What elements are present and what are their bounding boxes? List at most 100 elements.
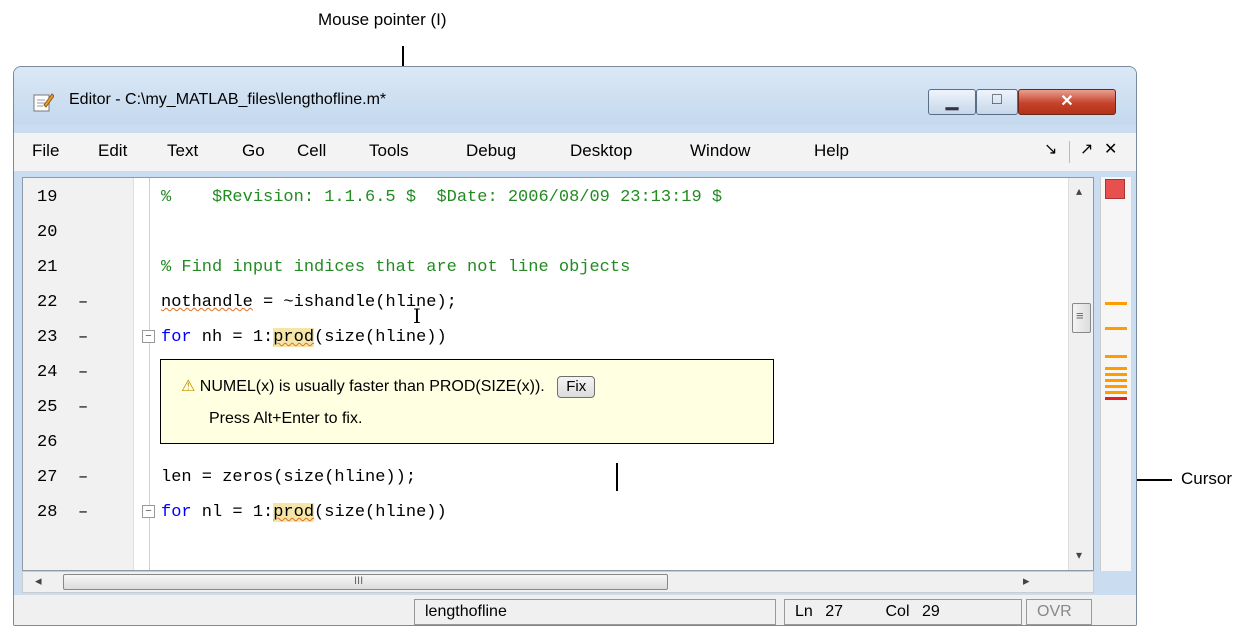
message-indicator-icon[interactable] — [1105, 179, 1125, 199]
maximize-icon: □ — [992, 91, 1002, 108]
menu-tools[interactable]: Tools — [369, 141, 409, 161]
column-label: Col — [885, 603, 910, 620]
code-text: for nh = 1:prod(size(hline)) — [161, 320, 447, 355]
warning-icon: ⚠ — [181, 378, 196, 395]
grip-icon: III — [354, 575, 364, 587]
horizontal-scrollbar[interactable]: ◂ III ▸ — [22, 571, 1094, 593]
menu-debug[interactable]: Debug — [466, 141, 516, 161]
menu-file[interactable]: File — [32, 141, 59, 161]
code-token: for — [161, 328, 192, 347]
line-number: 20 — [37, 223, 58, 242]
warning-marker[interactable] — [1105, 302, 1127, 305]
code-token: (size(hline)) — [314, 503, 447, 522]
code-text: for nl = 1:prod(size(hline)) — [161, 495, 447, 530]
maximize-button[interactable]: □ — [976, 89, 1018, 115]
grip-icon: ≡ — [1076, 308, 1084, 323]
code-line[interactable]: 23 – − for nh = 1:prod(size(hline)) — [23, 320, 1093, 355]
menu-window[interactable]: Window — [690, 141, 750, 161]
fix-button[interactable]: Fix — [557, 376, 596, 398]
menu-desktop[interactable]: Desktop — [570, 141, 632, 161]
code-line[interactable]: 22 – nothandle = ~ishandle(hline); — [23, 285, 1093, 320]
warning-marker[interactable] — [1105, 327, 1127, 330]
line-number: 26 — [37, 433, 58, 452]
window-title: Editor - C:\my_MATLAB_files\lengthofline… — [69, 91, 387, 108]
menu-edit[interactable]: Edit — [98, 141, 127, 161]
line-number: 24 — [37, 363, 58, 382]
line-number: 28 — [37, 503, 58, 522]
vertical-scrollbar[interactable]: ▴ ≡ ▾ — [1068, 178, 1093, 570]
scroll-left-icon[interactable]: ◂ — [35, 573, 42, 589]
code-token: nh = 1: — [191, 328, 274, 347]
menu-cell[interactable]: Cell — [297, 141, 326, 161]
code-text: len = zeros(size(hline)); — [161, 460, 416, 495]
code-line[interactable]: 21 % Find input indices that are not line… — [23, 250, 1093, 285]
breakpoint-marker[interactable]: – — [78, 320, 88, 355]
code-token: % Find input indices that are not line o… — [161, 258, 631, 277]
code-token: = ~ishandle(hline); — [252, 293, 457, 312]
message-bar[interactable] — [1100, 177, 1131, 571]
warning-marker[interactable] — [1105, 379, 1127, 382]
code-token: nl = 1: — [191, 503, 274, 522]
line-value: 27 — [825, 603, 844, 620]
breakpoint-marker[interactable]: – — [78, 355, 88, 390]
line-number: 27 — [37, 468, 58, 487]
code-token: nothandle — [161, 293, 253, 312]
close-document-icon[interactable]: ✕ — [1104, 139, 1117, 159]
horizontal-scroll-thumb[interactable]: III — [63, 574, 668, 590]
error-marker[interactable] — [1105, 397, 1127, 400]
line-number: 19 — [37, 188, 58, 207]
code-line[interactable]: 28 – − for nl = 1:prod(size(hline)) — [23, 495, 1093, 530]
scroll-down-icon[interactable]: ▾ — [1076, 548, 1082, 562]
code-token: len = zeros(size(hline)); — [161, 468, 417, 487]
fold-toggle-icon[interactable]: − — [142, 505, 155, 518]
dock-icon[interactable]: ↘ — [1044, 139, 1057, 159]
warning-marker[interactable] — [1105, 391, 1127, 394]
fold-toggle-icon[interactable]: − — [142, 330, 155, 343]
position-field: Ln 27 Col 29 — [784, 599, 1022, 625]
code-text: % Find input indices that are not line o… — [161, 250, 630, 285]
warning-marker[interactable] — [1105, 385, 1127, 388]
menu-go[interactable]: Go — [242, 141, 265, 161]
scroll-up-icon[interactable]: ▴ — [1076, 184, 1082, 198]
code-line[interactable]: 27 – len = zeros(size(hline)); — [23, 460, 1093, 495]
overwrite-indicator: OVR — [1026, 599, 1092, 625]
function-name-field: lengthofline — [414, 599, 776, 625]
menu-bar: File Edit Text Go Cell Tools Debug Deskt… — [14, 133, 1136, 171]
status-bar: lengthofline Ln 27 Col 29 OVR — [14, 595, 1136, 625]
code-line[interactable]: 19 % $Revision: 1.1.6.5 $ $Date: 2006/08/… — [23, 180, 1093, 215]
code-token: prod — [273, 328, 315, 347]
line-number: 23 — [37, 328, 58, 347]
warning-marker[interactable] — [1105, 367, 1127, 370]
menu-text[interactable]: Text — [167, 141, 198, 161]
code-editor[interactable]: 19 % $Revision: 1.1.6.5 $ $Date: 2006/08/… — [22, 177, 1094, 571]
code-text: % $Revision: 1.1.6.5 $ $Date: 2006/08/09… — [161, 180, 722, 215]
warning-marker[interactable] — [1105, 355, 1127, 358]
title-bar[interactable]: Editor - C:\my_MATLAB_files\lengthofline… — [14, 67, 1136, 125]
close-icon: ✕ — [1060, 93, 1074, 110]
code-token: for — [161, 503, 192, 522]
breakpoint-marker[interactable]: – — [78, 495, 88, 530]
minimize-button[interactable]: ▁ — [928, 89, 976, 115]
text-cursor — [616, 463, 618, 491]
line-number: 21 — [37, 258, 58, 277]
breakpoint-marker[interactable]: – — [78, 390, 88, 425]
code-line[interactable]: 20 — [23, 215, 1093, 250]
undock-icon[interactable]: ↗ — [1080, 139, 1093, 159]
close-button[interactable]: ✕ — [1018, 89, 1116, 115]
column-value: 29 — [921, 603, 940, 620]
line-label: Ln — [795, 603, 813, 620]
tooltip-message: NUMEL(x) is usually faster than PROD(SIZ… — [199, 378, 545, 395]
breakpoint-marker[interactable]: – — [78, 285, 88, 320]
menu-help[interactable]: Help — [814, 141, 849, 161]
vertical-scroll-thumb[interactable]: ≡ — [1072, 303, 1091, 333]
scroll-right-icon[interactable]: ▸ — [1023, 573, 1030, 589]
line-number: 25 — [37, 398, 58, 417]
editor-window: Editor - C:\my_MATLAB_files\lengthofline… — [13, 66, 1137, 626]
warning-marker[interactable] — [1105, 373, 1127, 376]
mouse-pointer-icon: I — [413, 304, 421, 328]
line-number: 22 — [37, 293, 58, 312]
breakpoint-marker[interactable]: – — [78, 460, 88, 495]
editor-icon — [33, 93, 54, 112]
code-token: prod — [273, 503, 315, 522]
mlint-tooltip: ⚠ NUMEL(x) is usually faster than PROD(S… — [160, 359, 774, 444]
